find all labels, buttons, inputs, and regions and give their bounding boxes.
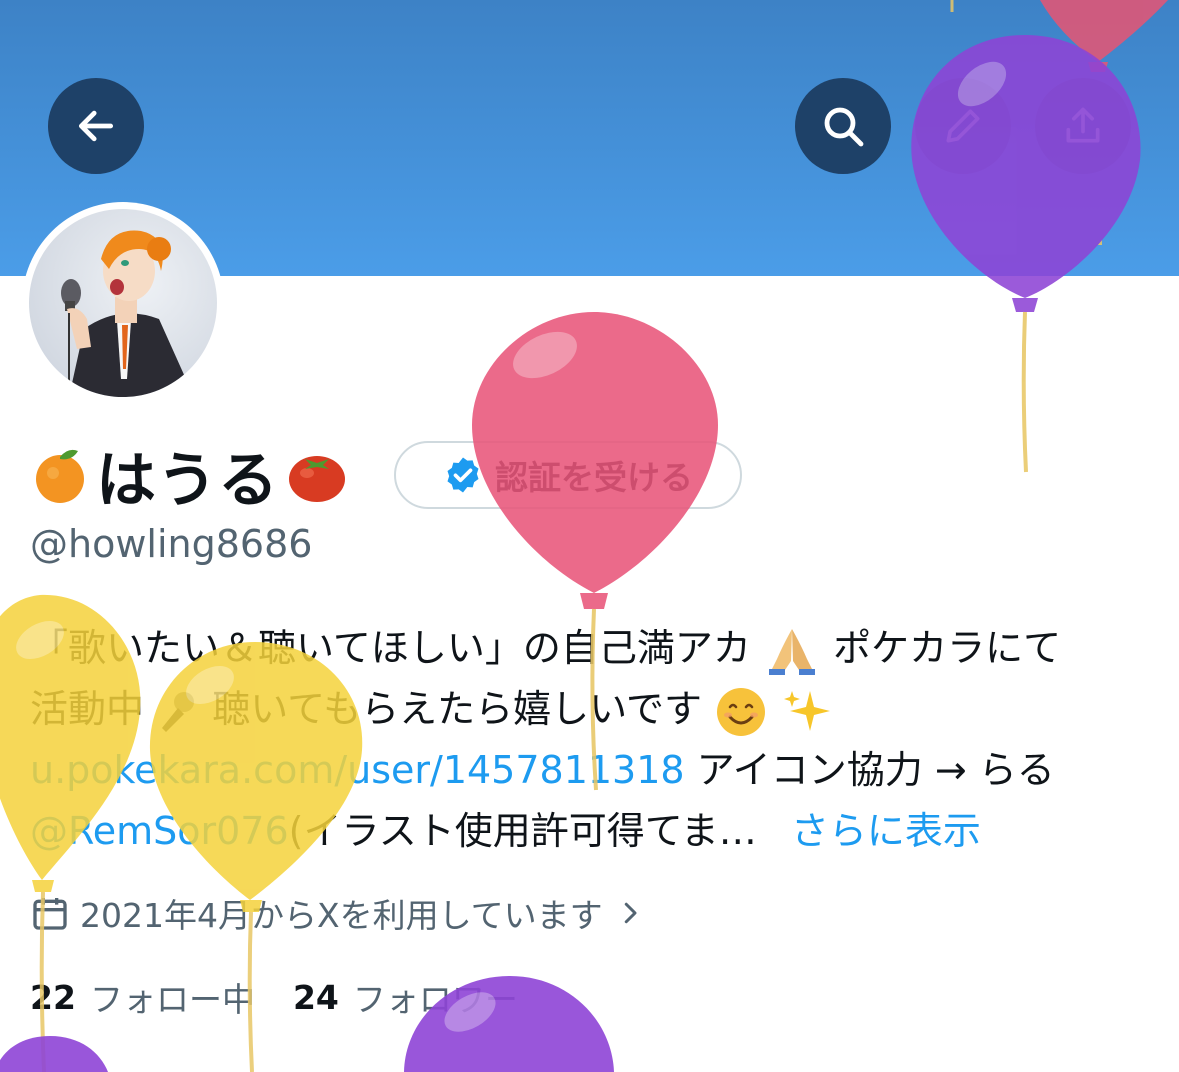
- avatar[interactable]: [22, 202, 224, 404]
- tomato-emoji: [289, 456, 345, 502]
- search-icon: [824, 107, 864, 147]
- bio-line-2: 活動中 聴いてもらえたら嬉しいです: [30, 679, 1150, 740]
- back-button[interactable]: [48, 78, 144, 174]
- microphone-emoji: [162, 691, 195, 732]
- bio-line-3: u.pokekara.com/user/1457811318 アイコン協力 → …: [30, 740, 1150, 801]
- share-button[interactable]: [1035, 78, 1131, 174]
- profile-bio: 「歌いたい＆聴いてほしい」の自己満アカ ポケカラにて 活動中 聴いてもらえたら嬉…: [30, 618, 1150, 862]
- display-name: はうる: [96, 445, 279, 516]
- calendar-icon: [33, 898, 67, 930]
- edit-button[interactable]: [915, 78, 1011, 174]
- followers-label: フォロワー: [352, 980, 518, 1019]
- arrow-left-icon: [78, 110, 114, 142]
- get-verified-label: 認証を受ける: [495, 458, 693, 497]
- following-count: 22: [30, 977, 76, 1017]
- bio-text: アイコン協力 → らる: [684, 748, 1055, 792]
- bio-text: 活動中: [30, 687, 145, 731]
- bio-text: 聴いてもらえたら嬉しいです: [212, 687, 703, 731]
- followers-count: 24: [292, 977, 339, 1017]
- avatar-image: [29, 209, 217, 397]
- sparkles-emoji: [784, 690, 831, 731]
- user-handle: @howling8686: [30, 522, 313, 566]
- search-button[interactable]: [795, 78, 891, 174]
- display-name-row: はうる: [30, 440, 349, 516]
- follow-stats: 22 フォロー中 24 フォロワー: [30, 972, 518, 1022]
- bio-link[interactable]: u.pokekara.com/user/1457811318: [30, 748, 685, 792]
- bio-text: (イラスト使用許可得てま…: [288, 809, 757, 853]
- get-verified-button[interactable]: 認証を受ける: [394, 441, 742, 509]
- show-more-link[interactable]: さらに表示: [791, 809, 981, 853]
- balloon-purple-bottom-left: [0, 1036, 108, 1072]
- joined-text: 2021年4月からXを利用しています: [80, 896, 603, 935]
- verified-badge-icon: [447, 457, 479, 493]
- chevron-right-icon[interactable]: [615, 898, 645, 928]
- share-icon: [1066, 107, 1100, 143]
- folded-hands-emoji: [768, 628, 815, 675]
- bio-text: 「歌いたい＆聴いてほしい」の自己満アカ: [30, 626, 751, 670]
- smiling-face-emoji: [717, 687, 766, 736]
- following-link[interactable]: 22 フォロー中: [30, 973, 255, 1021]
- following-label: フォロー中: [89, 980, 255, 1019]
- bio-text: ポケカラにて: [833, 626, 1062, 670]
- followers-link[interactable]: 24 フォロワー: [293, 973, 518, 1021]
- bio-line-4: @RemSor076(イラスト使用許可得てま… さらに表示: [30, 801, 1150, 862]
- pencil-icon: [946, 109, 980, 143]
- orange-emoji: [36, 449, 84, 503]
- joined-date: 2021年4月からXを利用しています: [30, 888, 645, 938]
- bio-line-1: 「歌いたい＆聴いてほしい」の自己満アカ ポケカラにて: [30, 618, 1150, 679]
- bio-mention[interactable]: @RemSor076: [30, 809, 289, 853]
